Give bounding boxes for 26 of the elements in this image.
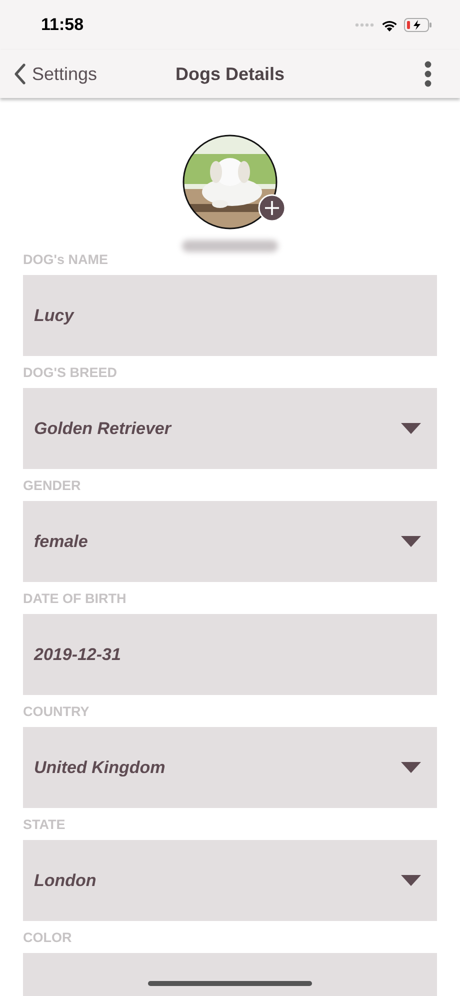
field-label: GENDER xyxy=(23,478,81,494)
caret-icon xyxy=(401,762,421,773)
field-label: DOG'S BREED xyxy=(23,365,117,381)
dropdown-field[interactable]: Golden Retriever xyxy=(23,388,437,469)
field-label: COLOR xyxy=(23,930,72,946)
more-icon[interactable] xyxy=(424,61,432,87)
dropdown-field[interactable]: London xyxy=(23,840,437,921)
caret-icon xyxy=(401,423,421,434)
field-label: DOG's NAME xyxy=(23,252,108,268)
screen-title: Dogs Details xyxy=(175,64,285,84)
field-label: DATE OF BIRTH xyxy=(23,591,126,607)
caret-icon xyxy=(401,875,421,886)
input-field[interactable]: Lucy xyxy=(23,275,437,356)
add-photo-icon[interactable] xyxy=(258,194,286,222)
back-button[interactable]: Settings xyxy=(14,63,98,85)
wifi-icon xyxy=(381,18,398,32)
signal-icon xyxy=(355,23,375,27)
dropdown-field[interactable]: female xyxy=(23,501,437,582)
back-icon[interactable] xyxy=(14,63,26,85)
field-label: STATE xyxy=(23,817,66,833)
battery-icon xyxy=(404,18,432,32)
caret-icon xyxy=(401,536,421,547)
input-field[interactable]: 2019-12-31 xyxy=(23,614,437,695)
dropdown-field[interactable]: United Kingdom xyxy=(23,727,437,808)
field-label: COUNTRY xyxy=(23,704,90,720)
status-time: 11:58 xyxy=(41,15,84,35)
